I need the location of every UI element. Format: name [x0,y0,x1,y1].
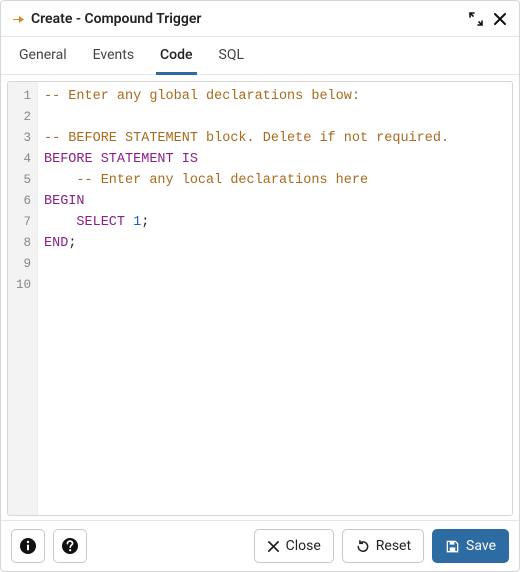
code-line[interactable]: END; [44,233,506,254]
footer: Close Reset Save [1,520,519,571]
info-button[interactable] [11,529,45,563]
titlebar: Create - Compound Trigger [1,1,519,37]
help-button[interactable] [53,529,87,563]
code-token: END [44,236,68,251]
line-number: 5 [8,170,37,191]
tab-code[interactable]: Code [156,39,196,75]
code-editor[interactable]: 12345678910 -- Enter any global declarat… [7,81,513,516]
line-number: 1 [8,86,37,107]
reset-button[interactable]: Reset [342,529,424,563]
code-area[interactable]: -- Enter any global declarations below: … [38,82,512,300]
line-number: 8 [8,233,37,254]
close-icon[interactable] [491,10,509,28]
code-token: ; [141,215,149,230]
line-number: 3 [8,128,37,149]
code-token: BEGIN [44,194,85,209]
reset-icon [355,539,370,554]
code-token: ; [68,236,76,251]
line-number: 2 [8,107,37,128]
tabs: General Events Code SQL [1,37,519,75]
code-token: -- Enter any local declarations here [76,173,368,188]
code-token [44,215,76,230]
close-button-label: Close [286,538,321,554]
code-line[interactable]: BEGIN [44,191,506,212]
code-token: -- BEFORE STATEMENT block. Delete if not… [44,131,449,146]
save-button[interactable]: Save [432,529,509,563]
tab-events[interactable]: Events [89,39,138,75]
save-button-label: Save [466,538,496,554]
reset-button-label: Reset [376,538,411,554]
code-line[interactable]: BEFORE STATEMENT IS [44,149,506,170]
code-line[interactable] [44,254,506,275]
line-number: 7 [8,212,37,233]
code-token: BEFORE STATEMENT IS [44,152,198,167]
code-token: -- Enter any global declarations below: [44,89,360,104]
fullscreen-icon[interactable] [467,10,485,28]
line-number: 4 [8,149,37,170]
code-token: SELECT [76,215,125,230]
code-line[interactable] [44,107,506,128]
line-number: 9 [8,254,37,275]
close-button[interactable]: Close [254,529,334,563]
editor-wrap: 12345678910 -- Enter any global declarat… [1,75,519,520]
code-line[interactable]: -- Enter any local declarations here [44,170,506,191]
code-token [44,173,76,188]
line-gutter: 12345678910 [8,82,38,515]
dialog: Create - Compound Trigger General Events… [0,0,520,572]
code-token [125,215,133,230]
line-number: 10 [8,275,37,296]
dialog-title: Create - Compound Trigger [31,11,201,27]
code-line[interactable] [44,275,506,296]
code-line[interactable]: -- Enter any global declarations below: [44,86,506,107]
trigger-icon [11,12,25,26]
line-number: 6 [8,191,37,212]
tab-general[interactable]: General [15,39,71,75]
x-icon [267,540,280,553]
code-line[interactable]: -- BEFORE STATEMENT block. Delete if not… [44,128,506,149]
save-icon [445,539,460,554]
tab-sql[interactable]: SQL [215,39,248,75]
code-line[interactable]: SELECT 1; [44,212,506,233]
